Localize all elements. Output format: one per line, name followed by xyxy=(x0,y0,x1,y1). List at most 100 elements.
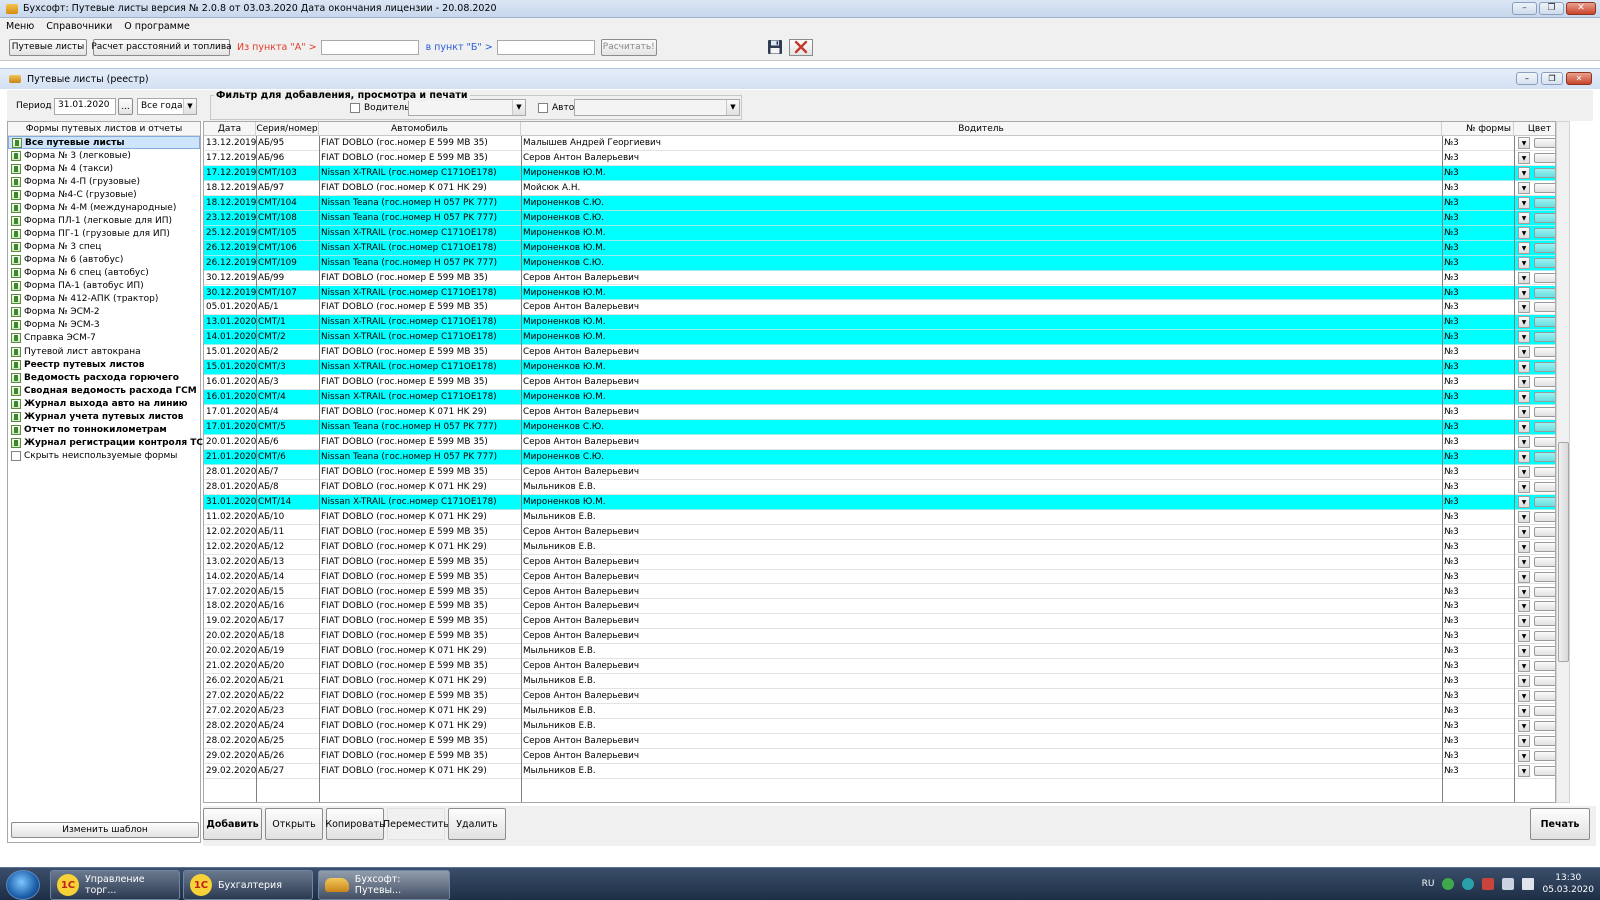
subwindow-minimize-button[interactable]: – xyxy=(1516,72,1538,85)
row-color-button[interactable] xyxy=(1534,332,1555,343)
add-button[interactable]: Добавить xyxy=(203,808,262,840)
table-row[interactable]: 15.01.2020 СМТ/3 Nissan X-TRAIL (гос.номер… xyxy=(204,360,1555,376)
table-row[interactable]: 28.01.2020 АБ/8 FIAT DOBLO (гос.номер K 07… xyxy=(204,480,1555,495)
table-row[interactable]: 17.02.2020 АБ/15 FIAT DOBLO (гос.номер E 5… xyxy=(204,585,1555,600)
monitor-icon[interactable] xyxy=(1502,878,1515,890)
grid-scrollbar[interactable] xyxy=(1556,121,1570,803)
row-color-button[interactable] xyxy=(1534,721,1555,732)
form-dropdown-icon[interactable]: ▼ xyxy=(1518,166,1530,179)
driver-checkbox[interactable] xyxy=(350,103,360,113)
waybills-button[interactable]: Путевые листы xyxy=(9,38,87,56)
menu-item-about[interactable]: О программе xyxy=(124,21,190,32)
row-color-button[interactable] xyxy=(1534,481,1555,492)
start-button[interactable] xyxy=(6,870,40,900)
row-color-button[interactable] xyxy=(1534,541,1555,552)
tree-item[interactable]: Скрыть неиспользуемые формы xyxy=(8,450,200,463)
row-color-button[interactable] xyxy=(1534,392,1555,403)
checkbox-icon[interactable] xyxy=(11,451,21,462)
table-row[interactable]: 26.12.2019 СМТ/109 Nissan Teana (гос.номер… xyxy=(204,255,1555,271)
table-row[interactable]: 21.02.2020 АБ/20 FIAT DOBLO (гос.номер E 5… xyxy=(204,659,1555,675)
tree-item[interactable]: Форма № 6 (автобус) xyxy=(8,254,200,267)
calc-distance-button[interactable]: Расчет расстояний и топлива xyxy=(91,38,232,56)
table-row[interactable]: 26.12.2019 СМТ/106 Nissan X-TRAIL (гос.ном… xyxy=(204,240,1555,256)
form-dropdown-icon[interactable]: ▼ xyxy=(1518,346,1530,359)
row-color-button[interactable] xyxy=(1534,750,1555,761)
table-row[interactable]: 27.02.2020 АБ/22 FIAT DOBLO (гос.номер E 5… xyxy=(204,689,1555,705)
taskbar-item-trade[interactable]: 1С Управление торг... xyxy=(50,870,180,900)
row-color-button[interactable] xyxy=(1534,347,1555,358)
col-header-color[interactable]: Цвет xyxy=(1514,122,1555,136)
tree-item[interactable]: Форма № ЭСМ-3 xyxy=(8,319,200,332)
form-dropdown-icon[interactable]: ▼ xyxy=(1518,196,1530,209)
row-color-button[interactable] xyxy=(1534,556,1555,567)
table-row[interactable]: 17.12.2019 АБ/96 FIAT DOBLO (гос.номер E 5… xyxy=(204,151,1555,166)
form-dropdown-icon[interactable]: ▼ xyxy=(1518,331,1530,344)
tree-item[interactable]: Форма №4-С (грузовые) xyxy=(8,188,200,201)
tree-item[interactable]: Отчет по тоннокилометрам xyxy=(8,423,200,436)
row-color-button[interactable] xyxy=(1534,242,1555,253)
row-color-button[interactable] xyxy=(1534,422,1555,433)
auto-checkbox[interactable] xyxy=(538,103,548,113)
row-color-button[interactable] xyxy=(1534,571,1555,582)
form-dropdown-icon[interactable]: ▼ xyxy=(1518,241,1530,254)
row-color-button[interactable] xyxy=(1534,362,1555,373)
table-row[interactable]: 12.02.2020 АБ/12 FIAT DOBLO (гос.номер K 0… xyxy=(204,540,1555,555)
close-x-icon[interactable] xyxy=(788,38,813,56)
form-dropdown-icon[interactable]: ▼ xyxy=(1518,540,1530,553)
form-dropdown-icon[interactable]: ▼ xyxy=(1518,690,1530,703)
tree-item[interactable]: Журнал выхода авто на линию xyxy=(8,397,200,410)
row-color-button[interactable] xyxy=(1534,167,1555,178)
table-row[interactable]: 17.01.2020 СМТ/5 Nissan Teana (гос.номер H… xyxy=(204,420,1555,435)
table-row[interactable]: 31.01.2020 СМТ/14 Nissan X-TRAIL (гос.номе… xyxy=(204,494,1555,510)
to-point-input[interactable] xyxy=(496,39,595,55)
row-color-button[interactable] xyxy=(1534,377,1555,388)
tree-item[interactable]: Журнал регистрации контроля ТС xyxy=(8,436,203,449)
tree-item[interactable]: Реестр путевых листов xyxy=(8,358,200,371)
table-row[interactable]: 11.02.2020 АБ/10 FIAT DOBLO (гос.номер K 0… xyxy=(204,510,1555,525)
window-titlebar[interactable]: Бухсофт: Путевые листы версия № 2.0.8 от… xyxy=(0,0,1600,18)
table-row[interactable]: 12.02.2020 АБ/11 FIAT DOBLO (гос.номер E 5… xyxy=(204,525,1555,540)
form-dropdown-icon[interactable]: ▼ xyxy=(1518,735,1530,747)
maximize-button[interactable]: ❐ xyxy=(1539,2,1564,15)
row-color-button[interactable] xyxy=(1534,736,1555,746)
row-color-button[interactable] xyxy=(1534,197,1555,208)
tree-item[interactable]: Форма № 4-П (грузовые) xyxy=(8,175,200,188)
tree-item[interactable]: Форма № 6 спец (автобус) xyxy=(8,267,200,280)
form-dropdown-icon[interactable]: ▼ xyxy=(1518,361,1530,374)
language-indicator[interactable]: RU xyxy=(1422,879,1435,889)
row-color-button[interactable] xyxy=(1534,227,1555,238)
move-button[interactable]: Переместить xyxy=(383,808,449,840)
table-row[interactable]: 19.02.2020 АБ/17 FIAT DOBLO (гос.номер E 5… xyxy=(204,614,1555,630)
clock[interactable]: 13:30 05.03.2020 xyxy=(1542,872,1594,896)
row-color-button[interactable] xyxy=(1534,496,1555,507)
form-dropdown-icon[interactable]: ▼ xyxy=(1518,615,1530,628)
table-row[interactable]: 26.02.2020 АБ/21 FIAT DOBLO (гос.номер K 0… xyxy=(204,674,1555,690)
form-dropdown-icon[interactable]: ▼ xyxy=(1518,450,1530,463)
row-color-button[interactable] xyxy=(1534,451,1555,462)
row-color-button[interactable] xyxy=(1534,646,1555,657)
form-dropdown-icon[interactable]: ▼ xyxy=(1518,570,1530,583)
table-row[interactable]: 13.01.2020 СМТ/1 Nissan X-TRAIL (гос.номер… xyxy=(204,315,1555,331)
row-color-button[interactable] xyxy=(1534,676,1555,687)
period-picker-button[interactable]: ... xyxy=(118,98,133,115)
row-color-button[interactable] xyxy=(1534,287,1555,298)
scrollbar-thumb[interactable] xyxy=(1558,442,1569,662)
form-dropdown-icon[interactable]: ▼ xyxy=(1518,271,1530,284)
form-dropdown-icon[interactable]: ▼ xyxy=(1518,151,1530,164)
row-color-button[interactable] xyxy=(1534,466,1555,477)
table-row[interactable]: 20.01.2020 АБ/6 FIAT DOBLO (гос.номер E 59… xyxy=(204,435,1555,450)
open-button[interactable]: Открыть xyxy=(265,808,323,840)
col-header-car[interactable]: Автомобиль xyxy=(319,122,521,136)
tree-item[interactable]: Форма № 4-М (международные) xyxy=(8,201,200,214)
row-color-button[interactable] xyxy=(1534,765,1555,776)
row-color-button[interactable] xyxy=(1534,706,1555,717)
table-row[interactable]: 25.12.2019 СМТ/105 Nissan X-TRAIL (гос.ном… xyxy=(204,225,1555,241)
table-row[interactable]: 13.12.2019 АБ/95 FIAT DOBLO (гос.номер E 5… xyxy=(204,136,1555,151)
row-color-button[interactable] xyxy=(1534,317,1555,328)
table-row[interactable]: 16.01.2020 СМТ/4 Nissan X-TRAIL (гос.номер… xyxy=(204,390,1555,406)
table-row[interactable]: 05.01.2020 АБ/1 FIAT DOBLO (гос.номер E 59… xyxy=(204,300,1555,316)
row-color-button[interactable] xyxy=(1534,586,1555,597)
form-dropdown-icon[interactable]: ▼ xyxy=(1518,660,1530,673)
row-color-button[interactable] xyxy=(1534,182,1555,193)
table-row[interactable]: 17.01.2020 АБ/4 FIAT DOBLO (гос.номер K 07… xyxy=(204,405,1555,421)
